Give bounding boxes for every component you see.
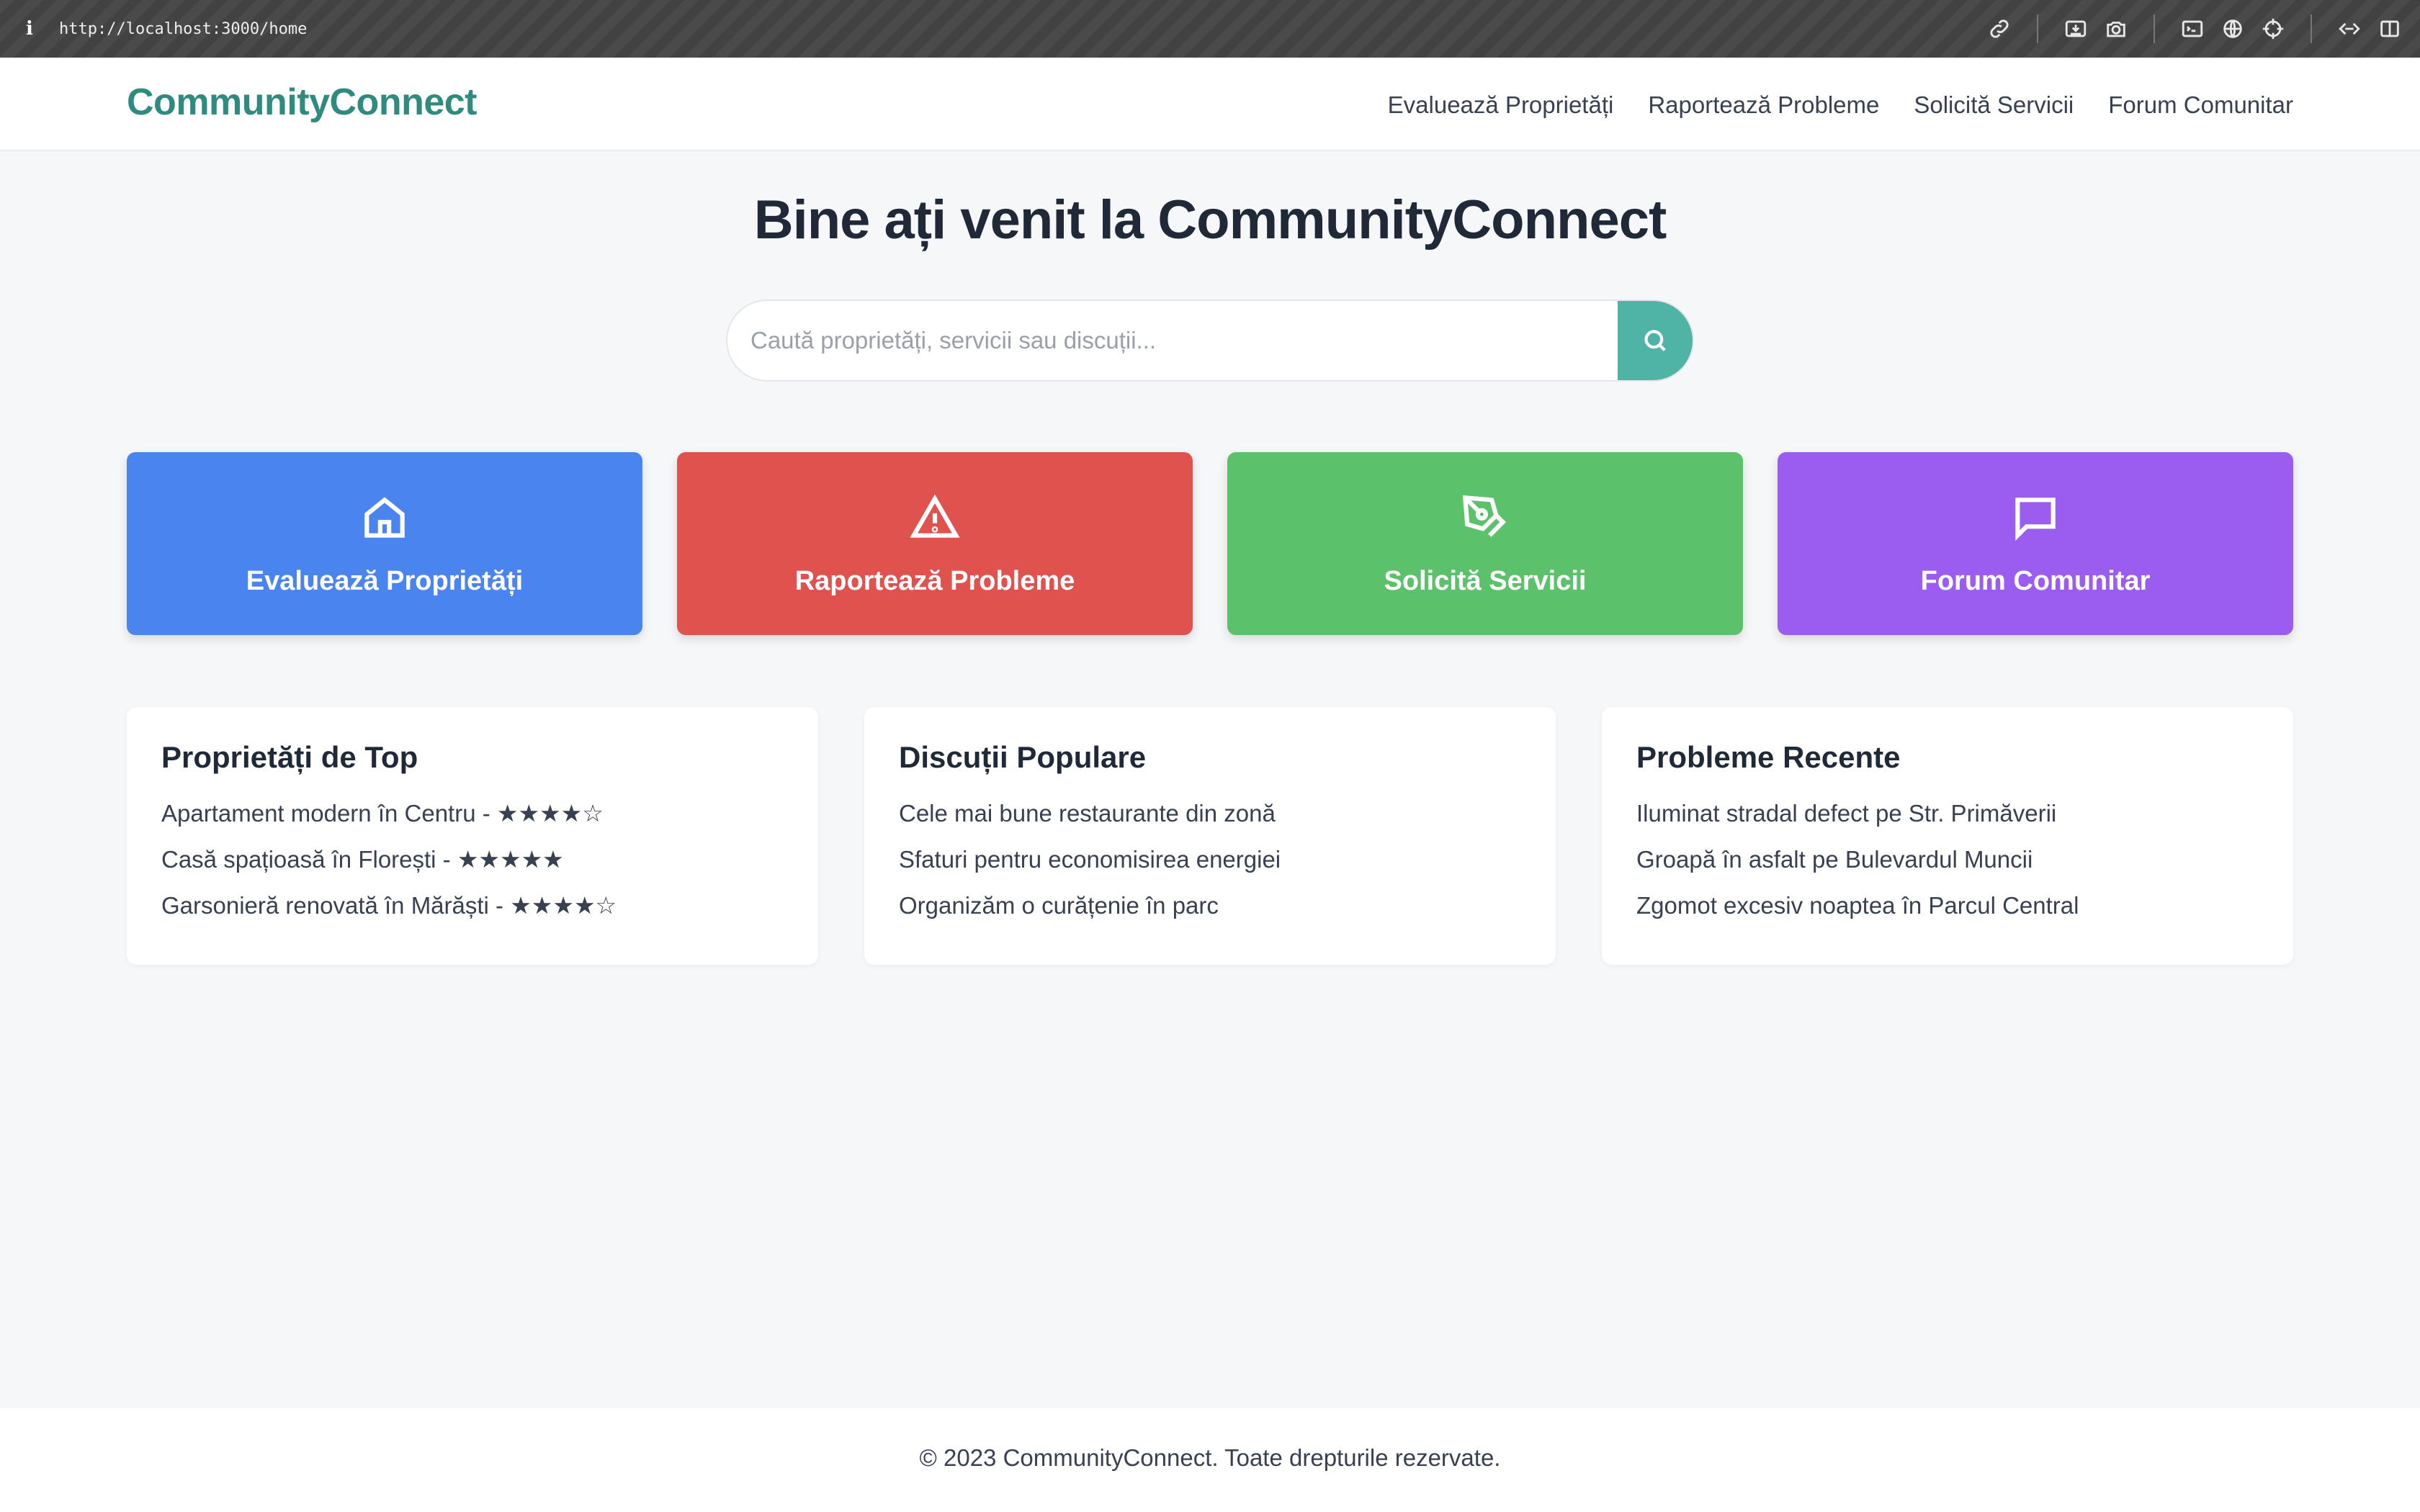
nav-link-evalueaza[interactable]: Evaluează Proprietăți xyxy=(1388,88,1614,122)
page-title: Bine ați venit la CommunityConnect xyxy=(753,189,1667,251)
panel-top-properties: Proprietăți de Top Apartament modern în … xyxy=(127,707,818,965)
search-icon xyxy=(1644,330,1666,351)
list-item[interactable]: Apartament modern în Centru - ★★★★☆ xyxy=(161,791,784,837)
link-icon[interactable] xyxy=(1984,13,2015,45)
address-bar[interactable]: http://localhost:3000/home xyxy=(59,20,307,38)
site-footer: © 2023 CommunityConnect. Toate drepturil… xyxy=(0,1408,2420,1512)
crosshair-icon[interactable] xyxy=(2257,13,2289,45)
list-item[interactable]: Cele mai bune restaurante din zonă xyxy=(899,791,1521,837)
site-logo[interactable]: CommunityConnect xyxy=(127,81,478,124)
list-item[interactable]: Sfaturi pentru economisirea energiei xyxy=(899,837,1521,883)
card-forum-comunitar[interactable]: Forum Comunitar xyxy=(1778,452,2293,635)
camera-icon[interactable] xyxy=(2100,13,2132,45)
toolbar-divider xyxy=(2154,14,2155,43)
card-label: Forum Comunitar xyxy=(1920,565,2151,596)
nav-link-raporteaza[interactable]: Raportează Probleme xyxy=(1648,88,1879,122)
card-evalueaza-proprietati[interactable]: Evaluează Proprietăți xyxy=(127,452,642,635)
home-icon xyxy=(364,496,405,538)
extensions-icon[interactable] xyxy=(2334,13,2365,45)
list-item[interactable]: Casă spațioasă în Florești - ★★★★★ xyxy=(161,837,784,883)
copyright-text: © 2023 CommunityConnect. Toate drepturil… xyxy=(919,1444,1501,1471)
panel-title: Discuții Populare xyxy=(899,740,1147,774)
card-raporteaza-probleme[interactable]: Raportează Probleme xyxy=(677,452,1193,635)
search-input[interactable] xyxy=(727,301,1613,380)
chat-icon xyxy=(2015,497,2056,541)
list-item[interactable]: Organizăm o curățenie în parc xyxy=(899,883,1521,929)
terminal-icon[interactable] xyxy=(2177,13,2208,45)
install-icon[interactable] xyxy=(2060,13,2092,45)
card-label: Solicită Servicii xyxy=(1384,565,1587,596)
nav-link-solicita[interactable]: Solicită Servicii xyxy=(1914,88,2074,122)
toolbar-divider xyxy=(2037,14,2038,43)
feature-cards: Evaluează Proprietăți Raportează Problem… xyxy=(127,452,2293,635)
browser-tools xyxy=(1975,0,2406,58)
main-nav: Evaluează Proprietăți Raportează Problem… xyxy=(1353,88,2293,122)
card-label: Evaluează Proprietăți xyxy=(246,565,524,596)
list-item[interactable]: Garsonieră renovată în Mărăști - ★★★★☆ xyxy=(161,883,784,929)
site-header: CommunityConnect Evaluează Proprietăți R… xyxy=(0,58,2420,151)
card-label: Raportează Probleme xyxy=(794,565,1075,596)
info-panels: Proprietăți de Top Apartament modern în … xyxy=(127,707,2293,965)
card-solicita-servicii[interactable]: Solicită Servicii xyxy=(1227,452,1743,635)
pen-tool-icon xyxy=(1462,495,1507,537)
panel-recent-issues: Probleme Recente Iluminat stradal defect… xyxy=(1602,707,2293,965)
list-item[interactable]: Groapă în asfalt pe Bulevardul Muncii xyxy=(1636,837,2259,883)
nav-link-forum[interactable]: Forum Comunitar xyxy=(2108,88,2293,122)
list-item[interactable]: Zgomot excesiv noaptea în Parcul Central xyxy=(1636,883,2259,929)
list-item[interactable]: Iluminat stradal defect pe Str. Primăver… xyxy=(1636,791,2259,837)
sidebar-icon[interactable] xyxy=(2374,13,2406,45)
site-info-icon[interactable]: i xyxy=(26,18,43,40)
warning-icon xyxy=(910,494,960,538)
globe-icon[interactable] xyxy=(2217,13,2249,45)
panel-popular-discussions: Discuții Populare Cele mai bune restaura… xyxy=(864,707,1556,965)
panel-title: Proprietăți de Top xyxy=(161,740,418,774)
browser-toolbar: i http://localhost:3000/home xyxy=(0,0,2420,58)
search-button[interactable] xyxy=(1618,301,1693,380)
toolbar-divider xyxy=(2311,14,2312,43)
search-bar xyxy=(726,300,1694,382)
panel-title: Probleme Recente xyxy=(1636,740,1901,774)
